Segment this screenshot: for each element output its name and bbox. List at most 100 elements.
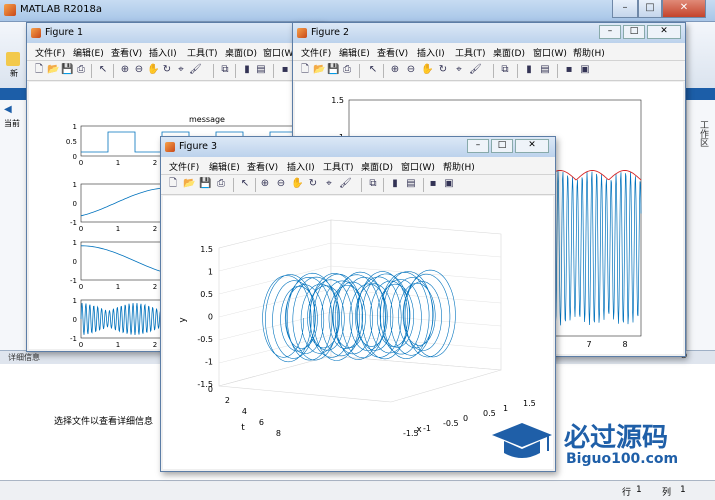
figure-3-xlabel: x (416, 425, 422, 435)
new-figure-icon[interactable]: 🗋 (299, 64, 311, 76)
link-icon[interactable]: ⧉ (499, 64, 511, 76)
pan-icon[interactable]: ✋ (147, 64, 159, 76)
figure-2-close-button[interactable]: ✕ (647, 25, 681, 39)
data-cursor-icon[interactable]: ⌖ (323, 178, 335, 190)
pan-icon[interactable]: ✋ (291, 178, 303, 190)
data-cursor-icon[interactable]: ⌖ (175, 64, 187, 76)
subplot-2-ytick: -1 (70, 219, 77, 227)
rotate-icon[interactable]: ↻ (161, 64, 173, 76)
close-button[interactable]: ✕ (662, 0, 706, 18)
detail-label: 详细信息 (8, 353, 40, 362)
row-label: 行 (622, 488, 632, 498)
menu-window[interactable]: 窗口(W) (401, 160, 435, 173)
zoom-out-icon[interactable]: ⊖ (405, 64, 417, 76)
menu-help[interactable]: 帮助(H) (443, 160, 475, 173)
workspace-tab[interactable]: 工作区 (697, 120, 710, 147)
hide-tools-icon[interactable]: ▪ (279, 64, 291, 76)
save-icon[interactable]: 💾 (327, 64, 339, 76)
open-icon[interactable]: 📂 (47, 64, 59, 76)
pointer-icon[interactable]: ↖ (97, 64, 109, 76)
menu-edit[interactable]: 编辑(E) (339, 46, 370, 59)
figure-3-ttick: 8 (276, 429, 281, 438)
menu-insert[interactable]: 插入(I) (417, 46, 445, 59)
menu-tools[interactable]: 工具(T) (187, 46, 218, 59)
figure-3-ytick: 0.5 (200, 290, 213, 299)
figure-2-title: Figure 2 (311, 27, 350, 38)
brush-icon[interactable]: 🖌 (469, 64, 482, 76)
menu-desktop[interactable]: 桌面(D) (493, 46, 525, 59)
col-label: 列 (662, 488, 672, 498)
menu-insert[interactable]: 插入(I) (149, 46, 177, 59)
back-arrow-icon[interactable]: ◀ (4, 104, 12, 115)
subplot-2-ytick: 0 (73, 200, 77, 208)
current-folder-pane: ◀ 当前 (0, 100, 28, 350)
zoom-out-icon[interactable]: ⊖ (275, 178, 287, 190)
figure-2-minimize-button[interactable]: – (599, 25, 621, 39)
print-icon[interactable]: ⎙ (215, 178, 227, 190)
menu-insert[interactable]: 插入(I) (287, 160, 315, 173)
colorbar-icon[interactable]: ▮ (523, 64, 535, 76)
figure-3-axes: 1.510.50-0.5-1-1.5y02468t1.510.50-0.5-1-… (178, 219, 536, 438)
subplot-4-xtick: 2 (153, 341, 157, 349)
menu-file[interactable]: 文件(F) (301, 46, 331, 59)
hide-tools-icon[interactable]: ▪ (427, 178, 439, 190)
figure-3-minimize-button[interactable]: – (467, 139, 489, 153)
print-icon[interactable]: ⎙ (75, 64, 87, 76)
menu-edit[interactable]: 编辑(E) (73, 46, 104, 59)
zoom-out-icon[interactable]: ⊖ (133, 64, 145, 76)
legend-icon[interactable]: ▤ (539, 64, 551, 76)
zoom-in-icon[interactable]: ⊕ (119, 64, 131, 76)
zoom-in-icon[interactable]: ⊕ (259, 178, 271, 190)
new-icon[interactable] (6, 52, 20, 66)
legend-icon[interactable]: ▤ (255, 64, 267, 76)
menu-help[interactable]: 帮助(H) (573, 46, 605, 59)
minimize-button[interactable]: – (612, 0, 638, 18)
figure-1-menu: 文件(F) 编辑(E) 查看(V) 插入(I) 工具(T) 桌面(D) 窗口(W… (27, 43, 323, 61)
pointer-icon[interactable]: ↖ (367, 64, 379, 76)
new-figure-icon[interactable]: 🗋 (33, 64, 45, 76)
subplot-1-ytick: 0.5 (66, 138, 77, 146)
subplot-1-title: message (189, 115, 225, 124)
show-tools-icon[interactable]: ▣ (443, 178, 455, 190)
show-tools-icon[interactable]: ▣ (579, 64, 591, 76)
new-figure-icon[interactable]: 🗋 (167, 178, 179, 190)
subplot-1-xtick: 1 (116, 159, 120, 167)
figure-2-maximize-button[interactable]: □ (623, 25, 645, 39)
menu-file[interactable]: 文件(F) (169, 160, 199, 173)
legend-icon[interactable]: ▤ (405, 178, 417, 190)
menu-window[interactable]: 窗口(W) (533, 46, 567, 59)
figure-2-menu: 文件(F) 编辑(E) 查看(V) 插入(I) 工具(T) 桌面(D) 窗口(W… (293, 43, 685, 61)
figure-3-maximize-button[interactable]: □ (491, 139, 513, 153)
zoom-in-icon[interactable]: ⊕ (389, 64, 401, 76)
figure-3-close-button[interactable]: ✕ (515, 139, 549, 153)
link-icon[interactable]: ⧉ (219, 64, 231, 76)
open-icon[interactable]: 📂 (183, 178, 195, 190)
menu-desktop[interactable]: 桌面(D) (225, 46, 257, 59)
menu-file[interactable]: 文件(F) (35, 46, 65, 59)
menu-tools[interactable]: 工具(T) (323, 160, 354, 173)
subplot-1-xtick: 0 (79, 159, 83, 167)
hide-tools-icon[interactable]: ▪ (563, 64, 575, 76)
pan-icon[interactable]: ✋ (421, 64, 433, 76)
figure-icon (31, 28, 41, 38)
pointer-icon[interactable]: ↖ (239, 178, 251, 190)
colorbar-icon[interactable]: ▮ (389, 178, 401, 190)
print-icon[interactable]: ⎙ (341, 64, 353, 76)
brush-icon[interactable]: 🖌 (189, 64, 202, 76)
link-icon[interactable]: ⧉ (367, 178, 379, 190)
colorbar-icon[interactable]: ▮ (241, 64, 253, 76)
menu-view[interactable]: 查看(V) (377, 46, 408, 59)
menu-view[interactable]: 查看(V) (111, 46, 142, 59)
menu-desktop[interactable]: 桌面(D) (361, 160, 393, 173)
save-icon[interactable]: 💾 (61, 64, 73, 76)
menu-edit[interactable]: 编辑(E) (209, 160, 240, 173)
menu-view[interactable]: 查看(V) (247, 160, 278, 173)
maximize-button[interactable]: □ (638, 0, 662, 18)
rotate-icon[interactable]: ↻ (437, 64, 449, 76)
brush-icon[interactable]: 🖌 (339, 178, 352, 190)
data-cursor-icon[interactable]: ⌖ (453, 64, 465, 76)
save-icon[interactable]: 💾 (199, 178, 211, 190)
menu-tools[interactable]: 工具(T) (455, 46, 486, 59)
rotate-icon[interactable]: ↻ (307, 178, 319, 190)
open-icon[interactable]: 📂 (313, 64, 325, 76)
